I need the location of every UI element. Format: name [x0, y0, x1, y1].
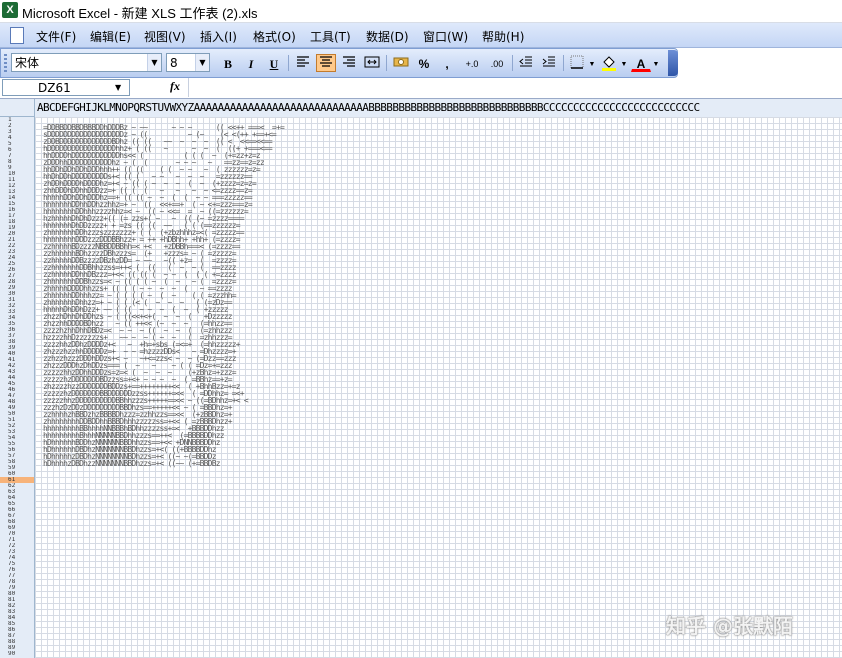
fill-color-dropdown[interactable]: ▼	[619, 54, 629, 72]
merge-center-icon	[364, 56, 380, 68]
align-right-button[interactable]	[339, 54, 359, 72]
align-left-icon	[297, 56, 309, 67]
toolbar-options-button[interactable]	[668, 50, 678, 76]
decrease-decimal-button[interactable]: .00	[485, 54, 509, 72]
font-size-select[interactable]: 8 ▼	[166, 53, 210, 72]
menu-window[interactable]: 窗口(W)	[423, 28, 468, 45]
increase-indent-icon	[542, 56, 555, 67]
underline-button[interactable]: U	[264, 54, 284, 72]
menu-insert[interactable]: 插入(I)	[200, 28, 237, 45]
name-box-value: DZ61	[38, 81, 71, 95]
font-color-button[interactable]: A	[631, 54, 651, 72]
increase-indent-button[interactable]	[539, 54, 559, 72]
merge-center-button[interactable]	[362, 54, 382, 72]
currency-button[interactable]	[391, 54, 411, 72]
menu-file[interactable]: 文件(F)	[36, 28, 76, 45]
bold-button[interactable]: B	[218, 54, 238, 72]
chevron-down-icon: ▼	[588, 60, 596, 68]
align-right-icon	[343, 56, 355, 67]
ascii-art: =DDBBDDBBDBBBDDhDDDBz ~ ~~ ~ ~ ~ (( <<++…	[43, 123, 285, 468]
menu-format[interactable]: 格式(O)	[253, 28, 296, 45]
cell-grid[interactable]: =DDBBDDBBDBBBDDhDDDBz ~ ~~ ~ ~ ~ (( <<++…	[35, 117, 842, 658]
font-color-dropdown[interactable]: ▼	[651, 54, 661, 72]
document-icon[interactable]	[10, 27, 24, 44]
row-number[interactable]: 90	[8, 651, 34, 657]
toolbar-separator	[563, 55, 564, 71]
chevron-down-icon[interactable]: ▼	[147, 54, 161, 71]
chevron-down-icon[interactable]: ▼	[195, 54, 209, 71]
formatting-toolbar: 宋体 ▼ 8 ▼ B I U % , +.0 .00 ▼ ▼ A ▼	[0, 48, 678, 78]
comma-style-button[interactable]: ,	[437, 54, 457, 72]
formula-input[interactable]	[188, 78, 842, 97]
decrease-indent-icon	[519, 56, 532, 67]
select-all-corner[interactable]	[0, 99, 35, 117]
paint-bucket-icon	[602, 56, 616, 71]
increase-decimal-button[interactable]: +.0	[460, 54, 484, 72]
borders-button[interactable]	[567, 54, 587, 72]
align-center-icon	[320, 56, 332, 67]
excel-app-icon[interactable]: X	[2, 2, 18, 18]
window-title: Microsoft Excel - 新建 XLS 工作表 (2).xls	[22, 6, 258, 21]
column-header-labels: ABCDEFGHIJKLMNOPQRSTUVWXYZAAAAAAAAAAAAAA…	[37, 101, 700, 114]
borders-dropdown[interactable]: ▼	[587, 54, 597, 72]
currency-icon	[393, 57, 409, 67]
title-bar: X Microsoft Excel - 新建 XLS 工作表 (2).xls	[0, 0, 842, 23]
chevron-down-icon: ▼	[652, 60, 660, 68]
name-box[interactable]: DZ61	[2, 79, 130, 96]
menu-bar: 文件(F) 编辑(E) 视图(V) 插入(I) 格式(O) 工具(T) 数据(D…	[0, 23, 842, 48]
borders-icon	[570, 55, 584, 69]
column-header[interactable]: ABCDEFGHIJKLMNOPQRSTUVWXYZAAAAAAAAAAAAAA…	[35, 99, 842, 118]
menu-help[interactable]: 帮助(H)	[482, 28, 524, 45]
fill-color-button[interactable]	[599, 54, 619, 72]
watermark: 知乎 @张默陌	[666, 614, 793, 638]
italic-button[interactable]: I	[241, 54, 261, 72]
toolbar-separator	[288, 55, 289, 71]
font-name-value: 宋体	[15, 56, 40, 70]
decrease-indent-button[interactable]	[516, 54, 536, 72]
font-name-select[interactable]: 宋体 ▼	[11, 53, 162, 72]
chevron-down-icon: ▼	[620, 60, 628, 68]
toolbar-grip[interactable]	[4, 54, 7, 72]
chevron-down-icon[interactable]: ▼	[115, 83, 121, 92]
percent-button[interactable]: %	[414, 54, 434, 72]
worksheet: ABCDEFGHIJKLMNOPQRSTUVWXYZAAAAAAAAAAAAAA…	[0, 99, 842, 658]
font-size-value: 8	[170, 56, 178, 70]
menu-view[interactable]: 视图(V)	[144, 28, 186, 45]
toolbar-separator	[512, 55, 513, 71]
row-header[interactable]: 1 2 3 4 5 6 7 8 9 10 11 12 13 14 15 16 17 18 19 20 21 22 23 24 2…	[0, 117, 35, 658]
formula-bar: DZ61 ▼ fx	[0, 78, 842, 99]
align-center-button[interactable]	[316, 54, 336, 72]
menu-edit[interactable]: 编辑(E)	[90, 28, 131, 45]
align-left-button[interactable]	[293, 54, 313, 72]
menu-data[interactable]: 数据(D)	[366, 28, 409, 45]
toolbar-separator	[386, 55, 387, 71]
function-icon[interactable]: fx	[170, 79, 180, 94]
menu-tools[interactable]: 工具(T)	[310, 28, 351, 45]
